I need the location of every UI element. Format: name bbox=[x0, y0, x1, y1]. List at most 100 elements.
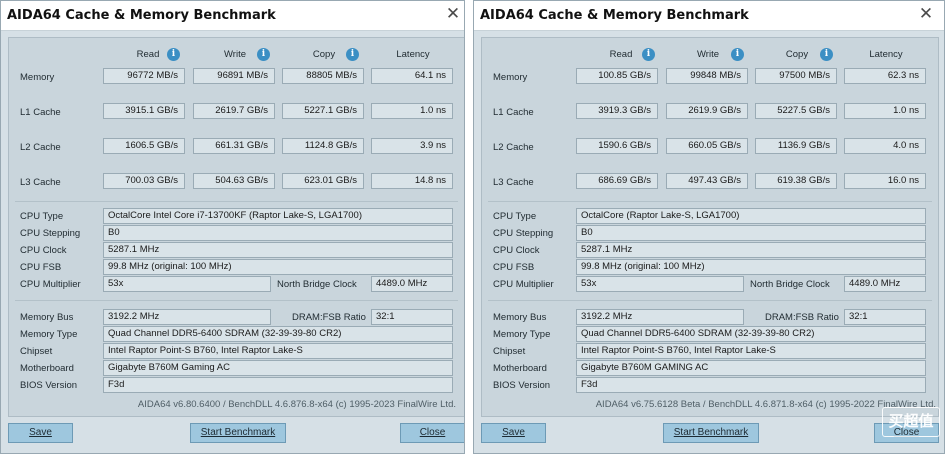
motherboard-value: Gigabyte B760M GAMING AC bbox=[576, 360, 926, 376]
cpu-multiplier-value: 53x bbox=[576, 276, 744, 292]
memory-type-value: Quad Channel DDR5-6400 SDRAM (32-39-39-8… bbox=[103, 326, 453, 342]
info-icon[interactable]: i bbox=[346, 48, 359, 61]
cpu-fsb-label: CPU FSB bbox=[493, 262, 535, 273]
motherboard-label: Motherboard bbox=[493, 363, 547, 374]
l1-latency: 1.0 ns bbox=[844, 103, 926, 119]
memory-label: Memory bbox=[493, 72, 528, 83]
memory-bus-label: Memory Bus bbox=[493, 312, 547, 323]
north-bridge-clock-label: North Bridge Clock bbox=[277, 279, 357, 290]
dram-fsb-ratio-value: 32:1 bbox=[371, 309, 453, 325]
bios-version-label: BIOS Version bbox=[20, 380, 78, 391]
cpu-fsb-value: 99.8 MHz (original: 100 MHz) bbox=[103, 259, 453, 275]
cpu-multiplier-label: CPU Multiplier bbox=[20, 279, 81, 290]
l3-write: 497.43 GB/s bbox=[666, 173, 748, 189]
memory-bus-value: 3192.2 MHz bbox=[103, 309, 271, 325]
l3-copy: 619.38 GB/s bbox=[755, 173, 837, 189]
latency-header: Latency bbox=[396, 49, 430, 60]
bios-version-value: F3d bbox=[576, 377, 926, 393]
bios-version-label: BIOS Version bbox=[493, 380, 551, 391]
info-icon[interactable]: i bbox=[731, 48, 744, 61]
start-benchmark-button[interactable]: Start Benchmark bbox=[663, 423, 759, 443]
chipset-value: Intel Raptor Point-S B760, Intel Raptor … bbox=[103, 343, 453, 359]
l2-write: 661.31 GB/s bbox=[193, 138, 275, 154]
divider bbox=[15, 300, 458, 301]
l1-cache-label: L1 Cache bbox=[493, 107, 534, 118]
l1-cache-label: L1 Cache bbox=[20, 107, 61, 118]
cpu-multiplier-value: 53x bbox=[103, 276, 271, 292]
memory-write: 99848 MB/s bbox=[666, 68, 748, 84]
cpu-multiplier-label: CPU Multiplier bbox=[493, 279, 554, 290]
memory-bus-value: 3192.2 MHz bbox=[576, 309, 744, 325]
info-icon[interactable]: i bbox=[167, 48, 180, 61]
latency-header: Latency bbox=[869, 49, 903, 60]
cpu-clock-label: CPU Clock bbox=[20, 245, 67, 256]
dram-fsb-ratio-label: DRAM:FSB Ratio bbox=[292, 312, 366, 323]
memory-read: 100.85 GB/s bbox=[576, 68, 658, 84]
memory-read: 96772 MB/s bbox=[103, 68, 185, 84]
memory-copy: 88805 MB/s bbox=[282, 68, 364, 84]
l2-latency: 4.0 ns bbox=[844, 138, 926, 154]
info-icon[interactable]: i bbox=[642, 48, 655, 61]
info-icon[interactable]: i bbox=[257, 48, 270, 61]
memory-type-value: Quad Channel DDR5-6400 SDRAM (32-39-39-8… bbox=[576, 326, 926, 342]
save-button[interactable]: Save bbox=[481, 423, 546, 443]
l3-read: 700.03 GB/s bbox=[103, 173, 185, 189]
l3-copy: 623.01 GB/s bbox=[282, 173, 364, 189]
dram-fsb-ratio-label: DRAM:FSB Ratio bbox=[765, 312, 839, 323]
start-benchmark-button[interactable]: Start Benchmark bbox=[190, 423, 286, 443]
l3-cache-label: L3 Cache bbox=[493, 177, 534, 188]
cpu-clock-value: 5287.1 MHz bbox=[576, 242, 926, 258]
north-bridge-clock-value: 4489.0 MHz bbox=[371, 276, 453, 292]
l1-write: 2619.9 GB/s bbox=[666, 103, 748, 119]
cpu-fsb-value: 99.8 MHz (original: 100 MHz) bbox=[576, 259, 926, 275]
motherboard-label: Motherboard bbox=[20, 363, 74, 374]
l1-read: 3915.1 GB/s bbox=[103, 103, 185, 119]
north-bridge-clock-label: North Bridge Clock bbox=[750, 279, 830, 290]
l2-latency: 3.9 ns bbox=[371, 138, 453, 154]
memory-type-label: Memory Type bbox=[20, 329, 78, 340]
memory-copy: 97500 MB/s bbox=[755, 68, 837, 84]
cpu-fsb-label: CPU FSB bbox=[20, 262, 62, 273]
close-icon[interactable]: ✕ bbox=[440, 3, 464, 27]
cpu-type-label: CPU Type bbox=[20, 211, 64, 222]
benchmark-window-right: AIDA64 Cache & Memory Benchmark ✕ Read i… bbox=[473, 0, 945, 454]
close-icon[interactable]: ✕ bbox=[913, 3, 939, 27]
memory-latency: 64.1 ns bbox=[371, 68, 453, 84]
memory-label: Memory bbox=[20, 72, 55, 83]
l1-copy: 5227.5 GB/s bbox=[755, 103, 837, 119]
l3-write: 504.63 GB/s bbox=[193, 173, 275, 189]
chipset-label: Chipset bbox=[493, 346, 526, 357]
version-footer: AIDA64 v6.75.6128 Beta / BenchDLL 4.6.87… bbox=[595, 399, 936, 410]
l2-copy: 1136.9 GB/s bbox=[755, 138, 837, 154]
l2-read: 1606.5 GB/s bbox=[103, 138, 185, 154]
save-button[interactable]: Save bbox=[8, 423, 73, 443]
l1-latency: 1.0 ns bbox=[371, 103, 453, 119]
divider bbox=[15, 201, 458, 202]
chipset-label: Chipset bbox=[20, 346, 53, 357]
divider bbox=[488, 201, 932, 202]
l2-cache-label: L2 Cache bbox=[20, 142, 61, 153]
version-footer: AIDA64 v6.80.6400 / BenchDLL 4.6.876.8-x… bbox=[137, 399, 456, 410]
l1-read: 3919.3 GB/s bbox=[576, 103, 658, 119]
l3-read: 686.69 GB/s bbox=[576, 173, 658, 189]
l1-copy: 5227.1 GB/s bbox=[282, 103, 364, 119]
dram-fsb-ratio-value: 32:1 bbox=[844, 309, 926, 325]
window-title: AIDA64 Cache & Memory Benchmark bbox=[7, 8, 276, 23]
cpu-stepping-label: CPU Stepping bbox=[20, 228, 81, 239]
l2-write: 660.05 GB/s bbox=[666, 138, 748, 154]
title-bar: AIDA64 Cache & Memory Benchmark ✕ bbox=[474, 1, 944, 31]
info-icon[interactable]: i bbox=[820, 48, 833, 61]
watermark-logo: 买超值 bbox=[882, 407, 940, 437]
l2-cache-label: L2 Cache bbox=[493, 142, 534, 153]
memory-bus-label: Memory Bus bbox=[20, 312, 74, 323]
results-panel: Read i Write i Copy i Latency Memory 100… bbox=[481, 37, 939, 417]
bios-version-value: F3d bbox=[103, 377, 453, 393]
benchmark-window-left: AIDA64 Cache & Memory Benchmark ✕ Read i… bbox=[0, 0, 465, 454]
north-bridge-clock-value: 4489.0 MHz bbox=[844, 276, 926, 292]
cpu-stepping-value: B0 bbox=[103, 225, 453, 241]
cpu-clock-value: 5287.1 MHz bbox=[103, 242, 453, 258]
close-button[interactable]: Close bbox=[400, 423, 464, 443]
cpu-stepping-label: CPU Stepping bbox=[493, 228, 554, 239]
l2-copy: 1124.8 GB/s bbox=[282, 138, 364, 154]
title-bar: AIDA64 Cache & Memory Benchmark ✕ bbox=[1, 1, 464, 31]
